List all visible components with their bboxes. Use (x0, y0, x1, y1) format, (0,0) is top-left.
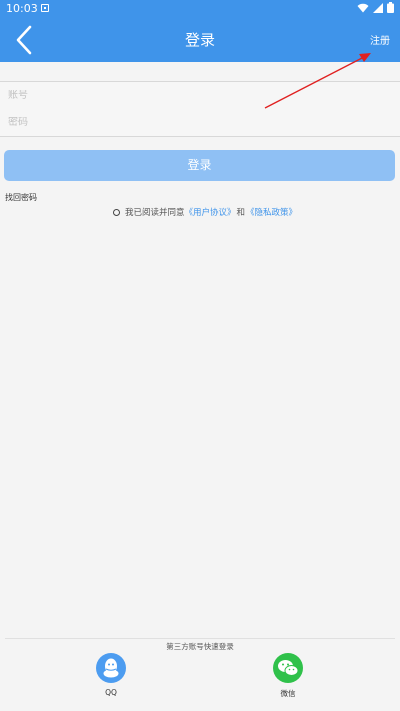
signal-icon (373, 2, 383, 13)
third-party-title: 第三方账号快速登录 (0, 634, 400, 653)
agree-radio[interactable] (113, 208, 120, 216)
password-row (0, 109, 400, 136)
status-icons (357, 2, 394, 13)
app-header: 登录 注册 (0, 18, 400, 62)
wechat-icon (273, 653, 303, 683)
page-title: 登录 (184, 31, 215, 49)
login-button[interactable]: 登录 (4, 150, 395, 181)
status-bar: 10:03 (0, 0, 400, 18)
forgot-password-link[interactable]: 找回密码 (5, 192, 37, 203)
user-agreement-link[interactable]: 《用户协议》 (185, 206, 236, 218)
privacy-policy-link[interactable]: 《隐私政策》 (246, 206, 297, 218)
status-time: 10:03 (6, 2, 38, 15)
password-input[interactable] (8, 117, 388, 128)
qq-icon (96, 653, 126, 683)
account-input[interactable] (8, 90, 388, 101)
register-button[interactable]: 注册 (370, 32, 390, 47)
wifi-icon (357, 3, 369, 12)
third-party-title-text: 第三方账号快速登录 (162, 642, 238, 651)
agreement-row: 我已阅读并同意 《用户协议》 和 《隐私政策》 (113, 206, 297, 218)
credentials-form (0, 81, 400, 137)
wechat-label: 微信 (280, 689, 296, 698)
agreement-and: 和 (236, 208, 246, 218)
battery-icon (387, 2, 394, 13)
agreement-prefix: 我已阅读并同意 (125, 208, 185, 218)
account-row (0, 82, 400, 109)
app-notification-icon (41, 4, 49, 12)
login-screen: 10:03 登录 注册 账号 登录 找回密码 我已阅读并同意 《用户协议》 和 … (0, 0, 400, 711)
qq-label: QQ (105, 688, 117, 697)
wechat-login-button[interactable]: 微信 (268, 653, 308, 699)
qq-login-button[interactable]: QQ (91, 653, 131, 697)
